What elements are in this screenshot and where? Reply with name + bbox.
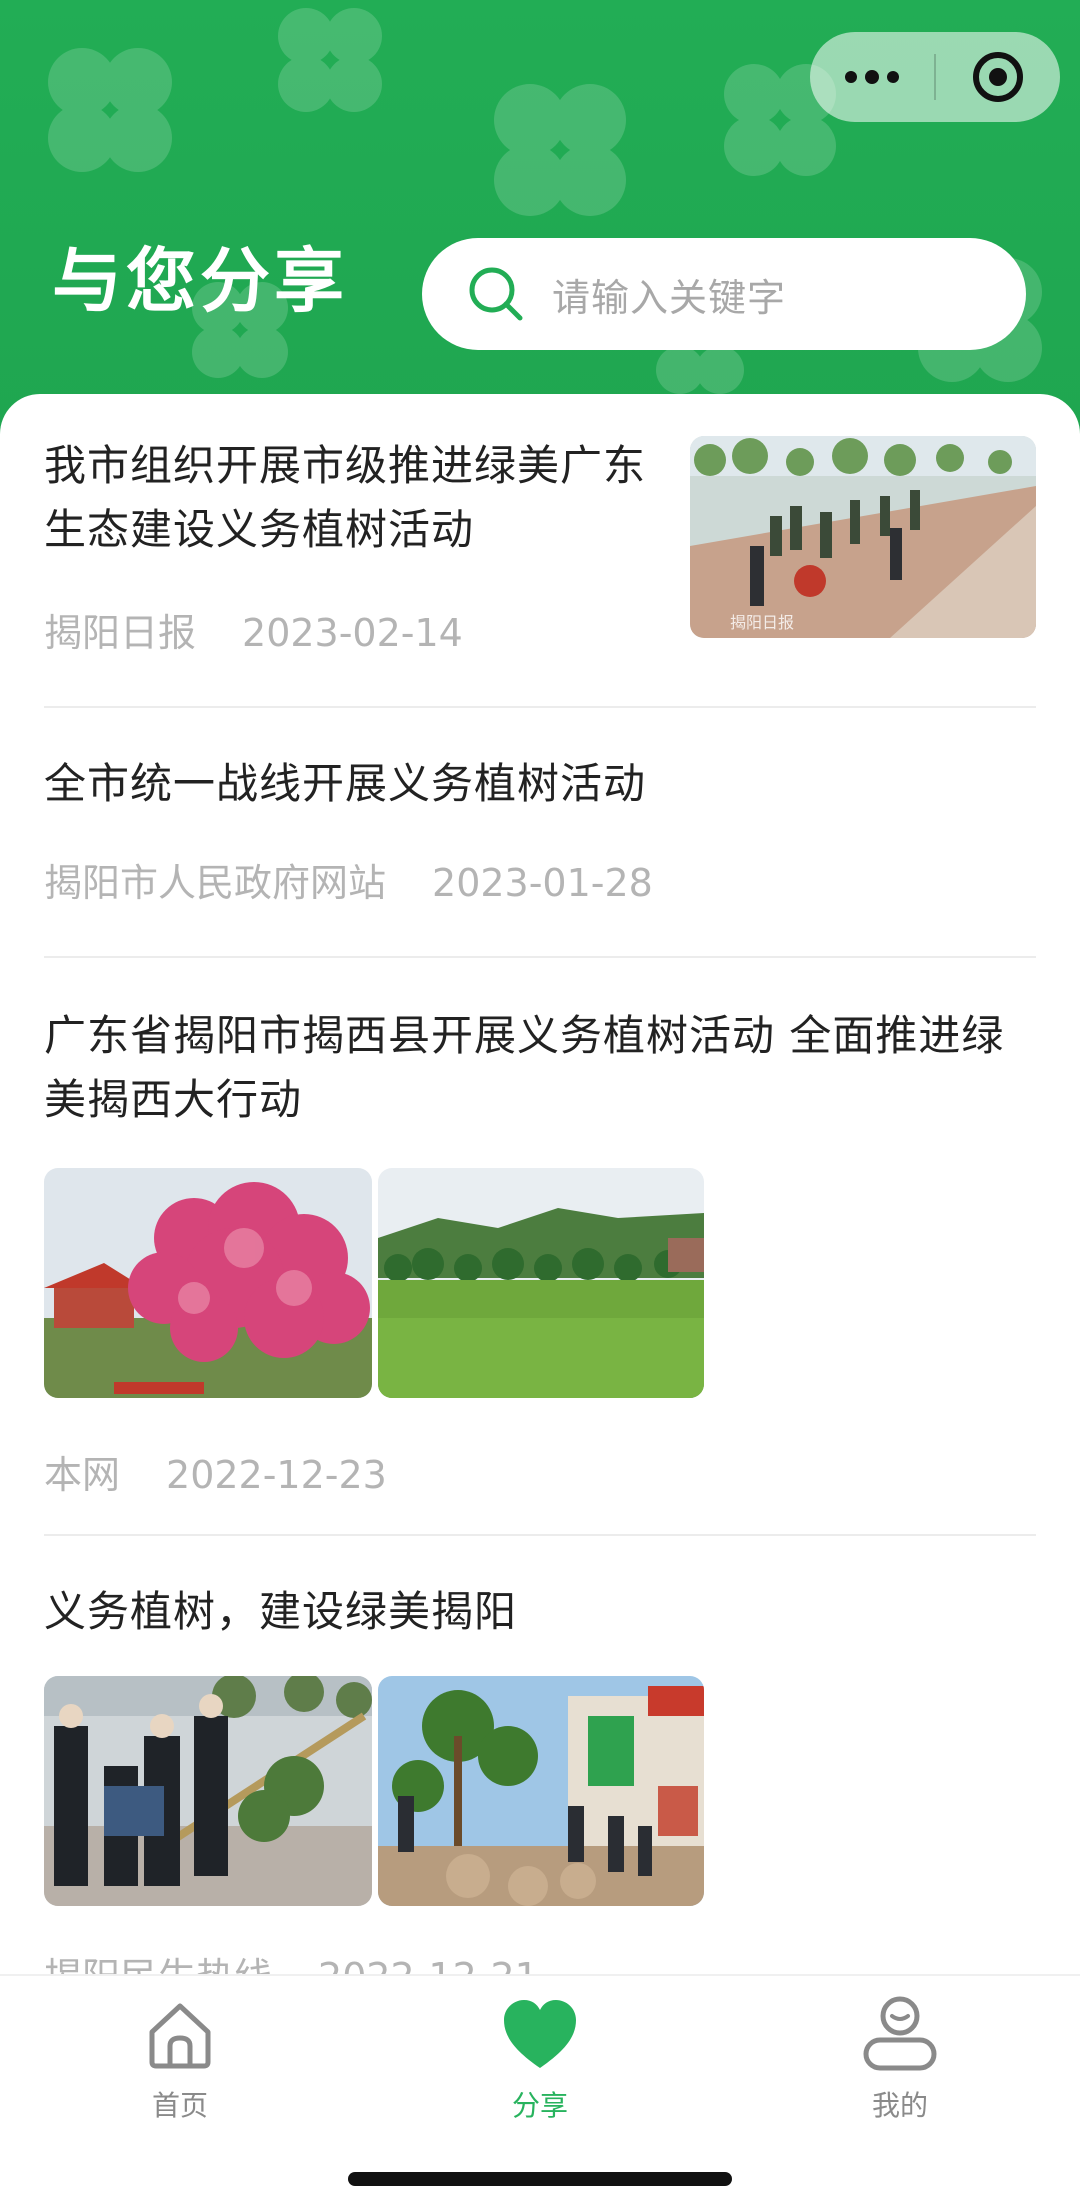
article-thumbnail[interactable]	[44, 1168, 372, 1398]
list-divider	[44, 956, 1036, 958]
heart-icon	[440, 1986, 640, 2082]
close-target-button[interactable]	[936, 32, 1060, 122]
tab-mine[interactable]: 我的	[800, 1986, 1000, 2124]
article-source: 揭阳日报	[44, 611, 197, 655]
tab-share-label: 分享	[511, 2089, 568, 2122]
target-icon	[973, 52, 1023, 102]
tab-home-label: 首页	[151, 2089, 208, 2122]
article-meta: 本网 2022-12-23	[44, 1444, 1036, 1499]
article-date: 2023-01-28	[432, 861, 653, 905]
svg-text:揭阳日报: 揭阳日报	[730, 613, 794, 632]
mini-program-capsule	[810, 32, 1060, 122]
more-menu-button[interactable]	[810, 32, 934, 122]
tab-share[interactable]: 分享	[440, 1986, 640, 2124]
header: 与您分享 请输入关键字	[0, 0, 1080, 440]
article-meta: 揭阳日报 2023-02-14	[44, 602, 463, 657]
list-item[interactable]: 全市统一战线开展义务植树活动 揭阳市人民政府网站 2023-01-28	[44, 752, 1036, 912]
list-item[interactable]: 义务植树，建设绿美揭阳	[44, 1580, 1036, 1660]
search-placeholder: 请输入关键字	[552, 275, 787, 320]
article-thumbnail[interactable]: 揭阳日报	[690, 436, 1036, 638]
list-item-meta-wrap: 本网 2022-12-23	[44, 1444, 1036, 1499]
article-title: 义务植树，建设绿美揭阳	[44, 1587, 518, 1636]
tab-home[interactable]: 首页	[80, 1986, 280, 2124]
article-date: 2022-12-23	[166, 1453, 387, 1497]
page-title: 与您分享	[52, 240, 348, 322]
article-meta: 揭阳市人民政府网站 2023-01-28	[44, 852, 1036, 907]
list-divider	[44, 706, 1036, 708]
profile-icon	[800, 1986, 1000, 2082]
article-source: 本网	[44, 1453, 121, 1497]
article-source: 揭阳市人民政府网站	[44, 861, 387, 905]
article-thumbnail[interactable]	[378, 1168, 704, 1398]
home-icon	[80, 1986, 280, 2082]
list-divider	[44, 1534, 1036, 1536]
home-indicator	[348, 2172, 732, 2186]
article-title: 广东省揭阳市揭西县开展义务植树活动 全面推进绿美揭西大行动	[44, 1011, 1005, 1124]
tab-mine-label: 我的	[871, 2089, 928, 2122]
article-list: 我市组织开展市级推进绿美广东生态建设义务植树活动 揭阳日报 2023-02-14	[0, 394, 1080, 1986]
search-input[interactable]: 请输入关键字	[422, 238, 1026, 350]
article-thumbnail[interactable]	[44, 1676, 372, 1906]
search-icon	[466, 264, 526, 324]
article-title: 全市统一战线开展义务植树活动	[44, 759, 647, 808]
article-date: 2023-02-14	[242, 611, 463, 655]
article-title: 我市组织开展市级推进绿美广东生态建设义务植树活动	[44, 441, 647, 554]
article-thumbnail[interactable]	[378, 1676, 704, 1906]
